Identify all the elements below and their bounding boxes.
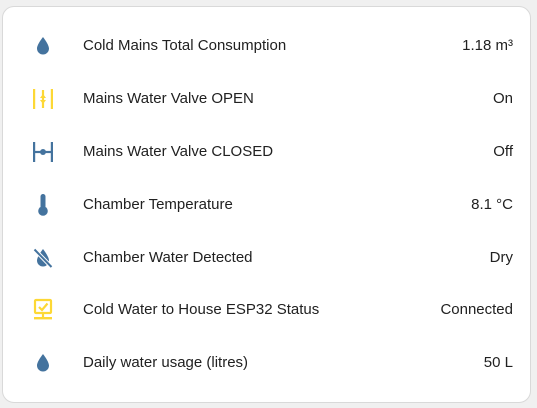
- valve-open-icon: [29, 87, 57, 111]
- lan-connect-icon: [29, 298, 57, 322]
- entity-name: Mains Water Valve CLOSED: [83, 143, 274, 160]
- entity-name: Mains Water Valve OPEN: [83, 90, 254, 107]
- entity-state: 50 L: [483, 354, 513, 371]
- thermometer-icon: [29, 193, 57, 217]
- entity-row-esp32-status[interactable]: Cold Water to House ESP32 Status Connect…: [3, 290, 530, 330]
- water-off-icon: [29, 246, 57, 270]
- water-drop-icon: [29, 351, 57, 375]
- entity-name: Daily water usage (litres): [83, 354, 249, 371]
- entity-state: 1.18 m³: [462, 37, 513, 54]
- entity-row-cold-mains-total[interactable]: Cold Mains Total Consumption 1.18 m³: [3, 26, 530, 66]
- entity-name: Chamber Water Detected: [83, 249, 253, 266]
- entity-name: Chamber Temperature: [83, 196, 233, 213]
- entities-card: Cold Mains Total Consumption 1.18 m³ Mai…: [2, 6, 531, 403]
- entity-name: Cold Mains Total Consumption: [83, 37, 287, 54]
- water-drop-icon: [29, 34, 57, 58]
- entity-state: Dry: [489, 249, 513, 266]
- entity-state: On: [492, 90, 513, 107]
- entity-row-chamber-water-detected[interactable]: Chamber Water Detected Dry: [3, 238, 530, 278]
- valve-closed-icon: [29, 140, 57, 164]
- entity-row-valve-open[interactable]: Mains Water Valve OPEN On: [3, 79, 530, 119]
- entity-row-chamber-temperature[interactable]: Chamber Temperature 8.1 °C: [3, 185, 530, 225]
- entity-name: Cold Water to House ESP32 Status: [83, 301, 320, 318]
- entity-row-daily-water-usage[interactable]: Daily water usage (litres) 50 L: [3, 343, 530, 383]
- entity-state: Off: [493, 143, 513, 160]
- entity-state: Connected: [440, 301, 513, 318]
- entity-row-valve-closed[interactable]: Mains Water Valve CLOSED Off: [3, 132, 530, 172]
- entity-state: 8.1 °C: [471, 196, 513, 213]
